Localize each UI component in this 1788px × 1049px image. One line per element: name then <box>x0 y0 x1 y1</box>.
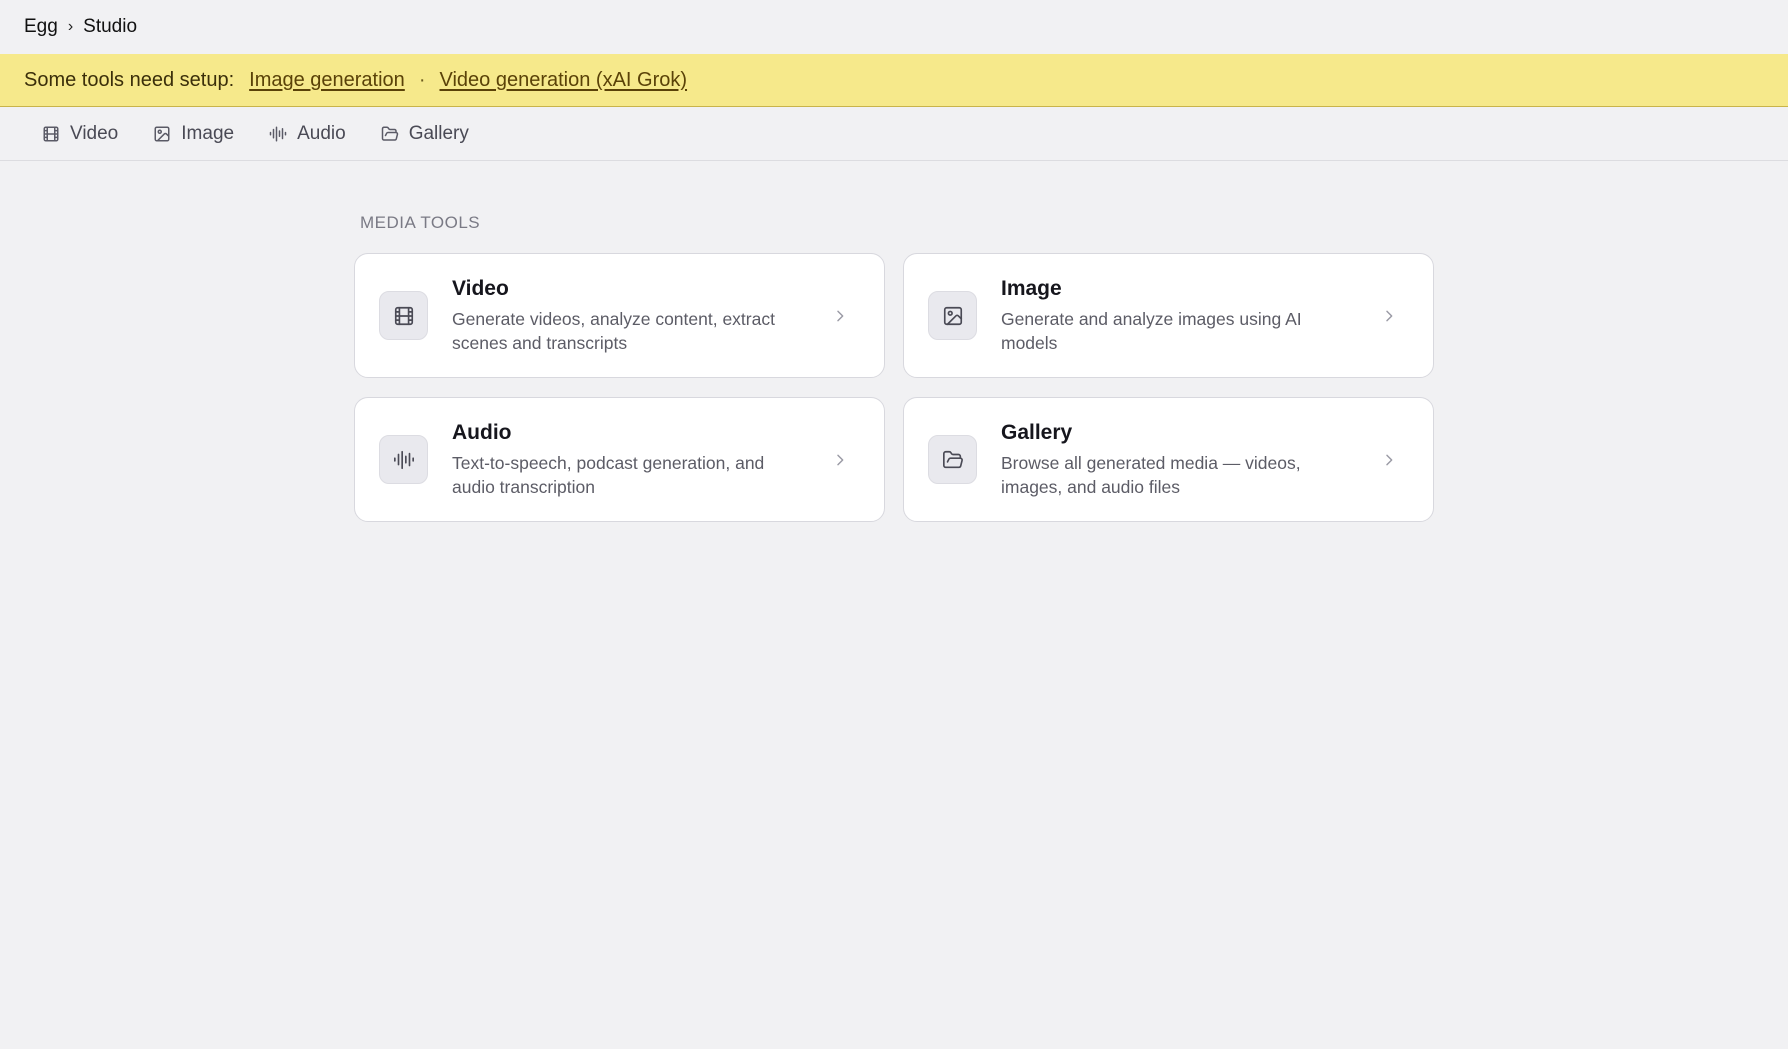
audio-card-description: Text-to-speech, podcast generation, and … <box>452 452 765 497</box>
image-card-title: Image <box>1001 276 1062 300</box>
tab-audio-label: Audio <box>297 122 346 144</box>
audio-card-title: Audio <box>452 420 512 444</box>
image-icon <box>154 126 170 141</box>
gallery-card[interactable]: Gallery Browse all generated media — vid… <box>903 397 1434 522</box>
image-card-icon-box <box>928 291 977 340</box>
image-generation-setup-link[interactable]: Image generation <box>249 69 405 92</box>
chevron-right-icon <box>837 310 844 321</box>
gallery-card-icon-box <box>928 435 977 484</box>
audio-card[interactable]: Audio Text-to-speech, podcast generation… <box>354 397 885 522</box>
gallery-card-title: Gallery <box>1001 420 1073 444</box>
setup-banner-label: Some tools need setup: <box>24 68 235 91</box>
setup-banner: Some tools need setup: Image generation … <box>0 54 1788 107</box>
video-generation-setup-link[interactable]: Video generation (xAI Grok) <box>439 69 687 92</box>
video-card[interactable]: Video Generate videos, analyze content, … <box>354 253 885 378</box>
waveform-icon <box>393 450 414 469</box>
breadcrumb-root[interactable]: Egg <box>24 16 58 38</box>
main-content: MEDIA TOOLS Video Generate videos, analy… <box>354 161 1434 522</box>
breadcrumb-separator: › <box>67 18 74 35</box>
tab-image-label: Image <box>181 122 235 144</box>
video-card-icon-box <box>379 291 428 340</box>
breadcrumb: Egg › Studio <box>0 0 1788 54</box>
tab-image[interactable]: Image <box>153 123 234 145</box>
chevron-right-icon <box>1386 310 1393 321</box>
image-icon <box>943 306 962 325</box>
folder-icon <box>942 450 963 468</box>
tool-cards: Video Generate videos, analyze content, … <box>354 253 1434 522</box>
section-title: MEDIA TOOLS <box>360 213 481 232</box>
tab-video-label: Video <box>70 122 119 144</box>
waveform-icon <box>269 126 287 141</box>
image-card[interactable]: Image Generate and analyze images using … <box>903 253 1434 378</box>
video-card-description: Generate videos, analyze content, extrac… <box>452 308 775 353</box>
tab-gallery-label: Gallery <box>408 122 469 144</box>
chevron-right-icon <box>837 454 844 465</box>
tool-tabs: Video Image Audio Gallery <box>0 107 1788 161</box>
tab-video[interactable]: Video <box>42 123 118 145</box>
film-icon <box>43 126 59 141</box>
audio-card-icon-box <box>379 435 428 484</box>
tab-gallery[interactable]: Gallery <box>381 123 469 145</box>
film-icon <box>394 306 413 325</box>
video-card-title: Video <box>452 276 509 300</box>
folder-icon <box>381 126 398 141</box>
image-card-description: Generate and analyze images using AI mod… <box>1001 308 1302 353</box>
chevron-right-icon <box>1386 454 1393 465</box>
tab-audio[interactable]: Audio <box>269 123 346 145</box>
banner-separator: · <box>418 68 426 91</box>
gallery-card-description: Browse all generated media — videos, ima… <box>1001 452 1301 497</box>
breadcrumb-current: Studio <box>83 16 138 37</box>
